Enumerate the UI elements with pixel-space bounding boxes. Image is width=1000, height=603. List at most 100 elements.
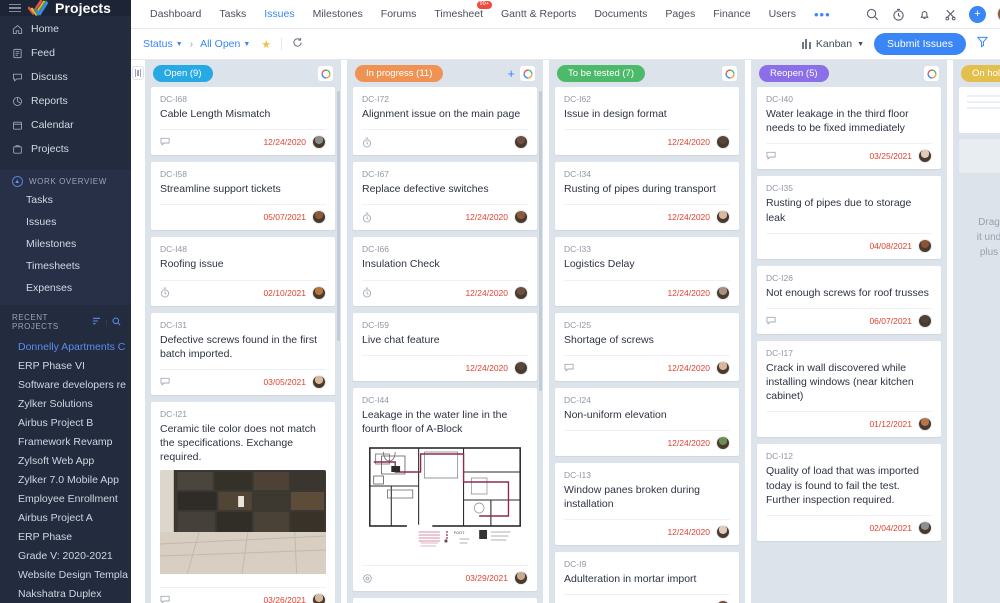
- view-filter-dropdown[interactable]: All Open ▼: [200, 38, 250, 50]
- issue-card[interactable]: DC-I24 Non-uniform elevation 12/24/2020: [555, 387, 739, 456]
- filter-list-icon[interactable]: [92, 317, 101, 327]
- avatar[interactable]: [716, 210, 730, 225]
- work-overview-header[interactable]: ▲ WORK OVERVIEW: [0, 176, 131, 191]
- column-status-pill[interactable]: To be tested (7): [557, 65, 646, 82]
- sidebar-project-item[interactable]: Zylsoft Web App: [0, 451, 131, 470]
- avatar[interactable]: [918, 520, 932, 535]
- issue-card[interactable]: DC-I17 Crack in wall discovered while ins…: [757, 340, 941, 438]
- issue-card[interactable]: DC-I33 Logistics Delay 12/24/2020: [555, 237, 739, 306]
- column-refresh-icon[interactable]: [722, 66, 737, 81]
- avatar[interactable]: [716, 285, 730, 300]
- search-icon[interactable]: [865, 7, 880, 22]
- avatar[interactable]: [716, 435, 730, 450]
- sidebar-item-projects[interactable]: Projects: [0, 140, 131, 158]
- issue-card[interactable]: DC-I34 Rusting of pipes during transport 1…: [555, 162, 739, 231]
- issue-card[interactable]: DC-I25 Shortage of screws 12/24/2020: [555, 312, 739, 381]
- sidebar-project-item[interactable]: Zylker Solutions: [0, 394, 131, 413]
- sidebar-project-item[interactable]: Donnelly Apartments C: [0, 337, 131, 356]
- avatar[interactable]: [312, 593, 326, 603]
- search-projects-icon[interactable]: [112, 316, 121, 328]
- sidebar-project-item[interactable]: Framework Revamp: [0, 432, 131, 451]
- avatar[interactable]: [514, 360, 528, 375]
- issue-card[interactable]: DC-I67 Replace defective switches 12/24/20…: [353, 162, 537, 231]
- sidebar-item-expenses[interactable]: Expenses: [0, 279, 131, 296]
- issue-card[interactable]: DC-I43Replace primer12/24/2020: [353, 598, 537, 603]
- sidebar-project-item[interactable]: Nakshatra Duplex: [0, 584, 131, 603]
- issue-card[interactable]: DC-I12 Quality of load that was imported …: [757, 444, 941, 541]
- tab-tasks[interactable]: Tasks: [210, 8, 255, 20]
- board-layout-icon[interactable]: [132, 66, 144, 80]
- sidebar-item-calendar[interactable]: Calendar: [0, 116, 131, 134]
- issue-card[interactable]: DC-I9 Adulteration in mortar import 02/04/…: [555, 552, 739, 603]
- avatar[interactable]: [716, 360, 730, 375]
- hamburger-menu-icon[interactable]: [9, 3, 21, 13]
- issue-card[interactable]: DC-I72 Alignment issue on the main page: [353, 87, 537, 156]
- funnel-icon[interactable]: [976, 35, 989, 53]
- tab-forums[interactable]: Forums: [372, 8, 426, 20]
- sidebar-item-discuss[interactable]: Discuss: [0, 68, 131, 86]
- issue-card[interactable]: DC-I68 Cable Length Mismatch 12/24/2020: [151, 87, 335, 156]
- avatar[interactable]: [312, 374, 326, 389]
- avatar[interactable]: [918, 313, 932, 328]
- timer-icon[interactable]: [891, 7, 906, 22]
- issue-card[interactable]: DC-I26 Not enough screws for roof trusses…: [757, 265, 941, 334]
- avatar[interactable]: [716, 135, 730, 150]
- sidebar-item-milestones[interactable]: Milestones: [0, 235, 131, 252]
- tab-milestones[interactable]: Milestones: [304, 8, 372, 20]
- issue-card[interactable]: DC-I13 Window panes broken during install…: [555, 462, 739, 546]
- avatar[interactable]: [514, 135, 528, 150]
- sidebar-item-reports[interactable]: Reports: [0, 92, 131, 110]
- issue-card[interactable]: DC-I58 Streamline support tickets 05/07/20…: [151, 162, 335, 231]
- sidebar-project-item[interactable]: Software developers re: [0, 375, 131, 394]
- column-status-pill[interactable]: In progress (11): [355, 65, 444, 82]
- issue-card[interactable]: DC-I66 Insulation Check 12/24/2020: [353, 237, 537, 306]
- issue-card[interactable]: DC-I40 Water leakage in the third floor n…: [757, 87, 941, 170]
- tab-dashboard[interactable]: Dashboard: [141, 8, 210, 20]
- refresh-icon[interactable]: [292, 37, 303, 51]
- avatar[interactable]: [312, 285, 326, 300]
- sidebar-project-item[interactable]: Website Design Templa: [0, 565, 131, 584]
- issue-card[interactable]: DC-I62 Issue in design format 12/24/2020: [555, 87, 739, 156]
- avatar[interactable]: [918, 149, 932, 164]
- column-refresh-icon[interactable]: [318, 66, 333, 81]
- issue-card[interactable]: DC-I21 Ceramic tile color does not match …: [151, 401, 335, 603]
- sidebar-item-feed[interactable]: Feed: [0, 44, 131, 62]
- column-scrollbar[interactable]: [337, 91, 340, 341]
- avatar[interactable]: [514, 285, 528, 300]
- tab-gantt-reports[interactable]: Gantt & Reports: [492, 8, 585, 20]
- tab-users[interactable]: Users: [760, 8, 805, 20]
- issue-card[interactable]: DC-I59 Live chat feature 12/24/2020: [353, 312, 537, 381]
- sidebar-project-item[interactable]: Grade V: 2020-2021: [0, 546, 131, 565]
- tab-pages[interactable]: Pages: [656, 8, 704, 20]
- add-card-icon[interactable]: +: [507, 67, 515, 80]
- tab-finance[interactable]: Finance: [704, 8, 759, 20]
- avatar[interactable]: [514, 210, 528, 225]
- column-refresh-icon[interactable]: [924, 66, 939, 81]
- sidebar-project-item[interactable]: Airbus Project B: [0, 413, 131, 432]
- add-new-icon[interactable]: +: [969, 5, 986, 23]
- column-status-pill[interactable]: Reopen (5): [759, 65, 829, 82]
- sidebar-project-item[interactable]: ERP Phase: [0, 527, 131, 546]
- issue-card[interactable]: DC-I44 Leakage in the water line in the f…: [353, 387, 537, 592]
- star-icon[interactable]: ★: [261, 38, 271, 51]
- top-nav-overflow-icon[interactable]: •••: [805, 7, 840, 22]
- avatar[interactable]: [312, 210, 326, 225]
- column-refresh-icon[interactable]: [520, 66, 535, 81]
- status-filter-dropdown[interactable]: Status ▼: [143, 38, 183, 50]
- avatar[interactable]: [312, 135, 326, 150]
- avatar[interactable]: [716, 525, 730, 540]
- column-scrollbar[interactable]: [539, 91, 542, 391]
- sidebar-item-tasks[interactable]: Tasks: [0, 191, 131, 208]
- tab-documents[interactable]: Documents: [585, 8, 656, 20]
- sidebar-item-timesheets[interactable]: Timesheets: [0, 257, 131, 274]
- sidebar-item-issues[interactable]: Issues: [0, 213, 131, 230]
- sidebar-project-item[interactable]: ERP Phase VI: [0, 356, 131, 375]
- column-status-pill[interactable]: On hold: [961, 65, 1000, 82]
- tab-issues[interactable]: Issues: [255, 8, 303, 20]
- bell-icon[interactable]: [917, 7, 932, 22]
- sidebar-project-item[interactable]: Zylker 7.0 Mobile App: [0, 470, 131, 489]
- column-status-pill[interactable]: Open (9): [153, 65, 213, 82]
- sidebar-project-item[interactable]: Employee Enrollment: [0, 489, 131, 508]
- issue-card[interactable]: DC-I48 Roofing issue 02/10/2021: [151, 237, 335, 306]
- tab-timesheet[interactable]: Timesheet 99+: [425, 1, 493, 20]
